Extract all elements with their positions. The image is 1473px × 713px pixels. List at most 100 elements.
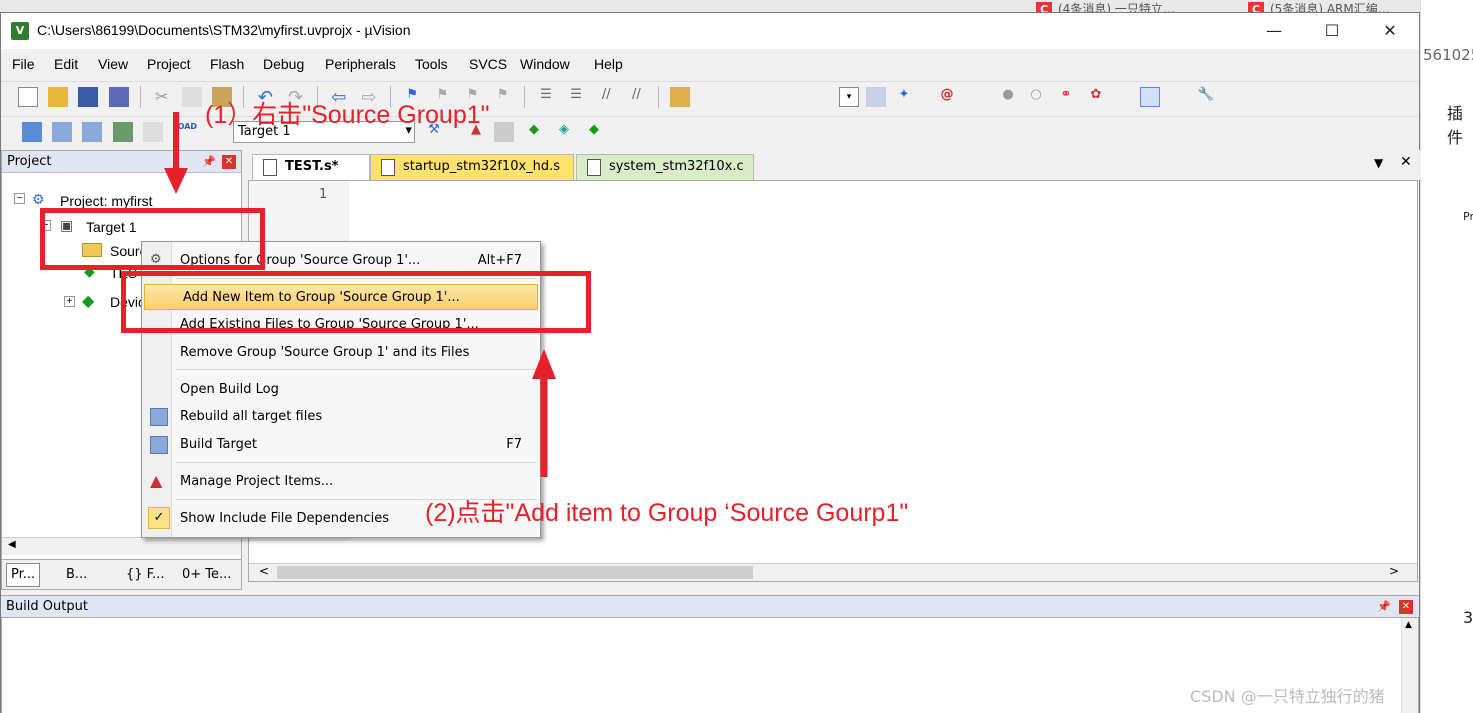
- menu-svcs[interactable]: SVCS: [469, 56, 507, 72]
- window-title: C:\Users\86199\Documents\STM32\myfirst.u…: [37, 22, 411, 38]
- close-button[interactable]: ✕: [1361, 13, 1419, 49]
- tab-system-label: system_stm32f10x.c: [609, 159, 744, 174]
- pack-installer-icon[interactable]: ◈: [554, 122, 574, 142]
- menu-item-shortcut: Alt+F7: [477, 253, 522, 268]
- scrollbar-thumb[interactable]: [277, 566, 753, 579]
- annotation-step1: (1）右击"Source Group1": [205, 101, 490, 129]
- line-number: 1: [319, 187, 328, 202]
- debug-session-icon[interactable]: @: [937, 87, 957, 107]
- build-icon[interactable]: [52, 122, 73, 142]
- build-icon: [150, 436, 168, 454]
- open-folder-icon[interactable]: [48, 87, 69, 107]
- minimize-button[interactable]: —: [1245, 13, 1303, 49]
- close-pane-icon[interactable]: ✕: [222, 155, 236, 169]
- tab-books[interactable]: B...: [66, 567, 87, 582]
- breakpoint-icon[interactable]: ●: [998, 87, 1018, 107]
- title-bar: V C:\Users\86199\Documents\STM32\myfirst…: [1, 13, 1419, 49]
- menu-peripherals[interactable]: Peripherals: [325, 56, 396, 72]
- menu-edit[interactable]: Edit: [54, 56, 78, 72]
- menu-project[interactable]: Project: [147, 56, 191, 72]
- menu-item-shortcut: F7: [506, 437, 522, 452]
- background-text: 3: [1463, 608, 1473, 627]
- rebuild-icon: [150, 408, 168, 426]
- menu-item-build-target[interactable]: Build Target F7: [142, 432, 540, 458]
- tab-system[interactable]: system_stm32f10x.c: [576, 154, 754, 180]
- menu-item-label: Remove Group 'Source Group 1' and its Fi…: [180, 345, 470, 360]
- run-time-env-icon[interactable]: ◆: [524, 122, 544, 142]
- new-file-icon[interactable]: [18, 87, 39, 107]
- tab-test-s[interactable]: TEST.s*: [252, 154, 370, 180]
- batch-build-icon[interactable]: [112, 122, 133, 142]
- checkmark-icon: ✓: [148, 507, 170, 529]
- device-icon: ◆: [82, 293, 95, 310]
- build-output-vertical-scrollbar[interactable]: ▲: [1401, 618, 1418, 713]
- breakpoint-options-icon[interactable]: ✿: [1086, 87, 1106, 107]
- annotation-box-source-group: [40, 208, 265, 270]
- menu-file[interactable]: File: [12, 56, 35, 72]
- file-icon: [381, 159, 395, 176]
- tab-startup[interactable]: startup_stm32f10x_hd.s: [370, 154, 574, 180]
- menu-view[interactable]: View: [98, 56, 128, 72]
- tab-project[interactable]: Pr...: [6, 563, 41, 587]
- collapse-icon[interactable]: −: [14, 193, 25, 204]
- menu-item-manage-project[interactable]: ▲ Manage Project Items...: [142, 469, 540, 495]
- maximize-button[interactable]: ☐: [1303, 13, 1361, 49]
- save-icon[interactable]: [78, 87, 99, 107]
- annotation-step2: (2)点击"Add item to Group ‘Source Gourp1": [425, 499, 909, 527]
- project-pane-header: Project 📌 ✕: [2, 151, 241, 173]
- uncomment-icon[interactable]: //: [626, 87, 646, 107]
- menu-help[interactable]: Help: [594, 56, 623, 72]
- tab-startup-label: startup_stm32f10x_hd.s: [403, 159, 561, 174]
- expand-icon[interactable]: +: [64, 296, 75, 307]
- project-horizontal-scrollbar[interactable]: ◀: [2, 537, 241, 555]
- annotation-arrow-up: [532, 349, 556, 477]
- tab-test-s-label: TEST.s*: [285, 159, 339, 174]
- file-icon: [587, 159, 601, 176]
- scroll-right-icon[interactable]: >: [1389, 564, 1399, 578]
- pin-icon[interactable]: 📌: [202, 155, 216, 168]
- indent-icon[interactable]: ☰: [536, 87, 556, 107]
- scroll-left-icon[interactable]: ◀: [8, 539, 16, 550]
- window-layout-icon[interactable]: [1140, 87, 1160, 107]
- find-replace-icon[interactable]: ✦: [894, 87, 914, 107]
- unindent-icon[interactable]: ☰: [566, 87, 586, 107]
- disable-breakpoint-icon[interactable]: ○: [1026, 87, 1046, 107]
- close-tab-icon[interactable]: ✕: [1400, 154, 1412, 170]
- incremental-find-icon[interactable]: [866, 87, 886, 107]
- save-all-icon[interactable]: [108, 87, 129, 107]
- annotation-box-add-item: [121, 271, 591, 333]
- find-dropdown[interactable]: ▾: [839, 87, 859, 107]
- menu-window[interactable]: Window: [520, 56, 570, 72]
- tab-templates[interactable]: 0+ Te...: [182, 567, 231, 582]
- editor-tab-bar: TEST.s* startup_stm32f10x_hd.s system_st…: [248, 150, 1421, 180]
- tab-functions[interactable]: {} F...: [126, 567, 164, 582]
- menu-debug[interactable]: Debug: [263, 56, 304, 72]
- tab-list-dropdown-icon[interactable]: ▼: [1374, 156, 1383, 170]
- rebuild-icon[interactable]: [82, 122, 103, 142]
- menu-item-remove-group[interactable]: Remove Group 'Source Group 1' and its Fi…: [142, 340, 540, 366]
- menu-item-open-build-log[interactable]: Open Build Log: [142, 377, 540, 403]
- scroll-up-icon[interactable]: ▲: [1405, 620, 1412, 630]
- comment-icon[interactable]: //: [596, 87, 616, 107]
- menu-tools[interactable]: Tools: [415, 56, 448, 72]
- close-pane-icon[interactable]: ✕: [1399, 600, 1413, 614]
- editor-horizontal-scrollbar[interactable]: < >: [249, 563, 1417, 581]
- scroll-left-icon[interactable]: <: [259, 564, 269, 578]
- find-in-files-icon[interactable]: [669, 87, 690, 107]
- toolbar-separator: [139, 86, 141, 108]
- clear-bookmarks-icon[interactable]: ⚑: [493, 87, 513, 107]
- translate-icon[interactable]: [22, 122, 43, 142]
- pin-icon[interactable]: 📌: [1377, 600, 1391, 613]
- menu-item-label: Build Target: [180, 437, 257, 452]
- file-extensions-icon[interactable]: [494, 122, 514, 142]
- tree-project-root[interactable]: Project: myfirst: [60, 193, 153, 209]
- select-software-packs-icon[interactable]: ◆: [584, 122, 604, 142]
- project-pane-title: Project: [7, 154, 52, 169]
- cut-icon[interactable]: ✂: [152, 87, 172, 107]
- menu-item-rebuild-all[interactable]: Rebuild all target files: [142, 404, 540, 430]
- configure-wrench-icon[interactable]: 🔧: [1196, 87, 1216, 107]
- kill-breakpoints-icon[interactable]: ⚭: [1056, 87, 1076, 107]
- copy-icon[interactable]: [181, 87, 202, 107]
- annotation-arrow-down: [164, 112, 188, 194]
- menu-flash[interactable]: Flash: [210, 56, 244, 72]
